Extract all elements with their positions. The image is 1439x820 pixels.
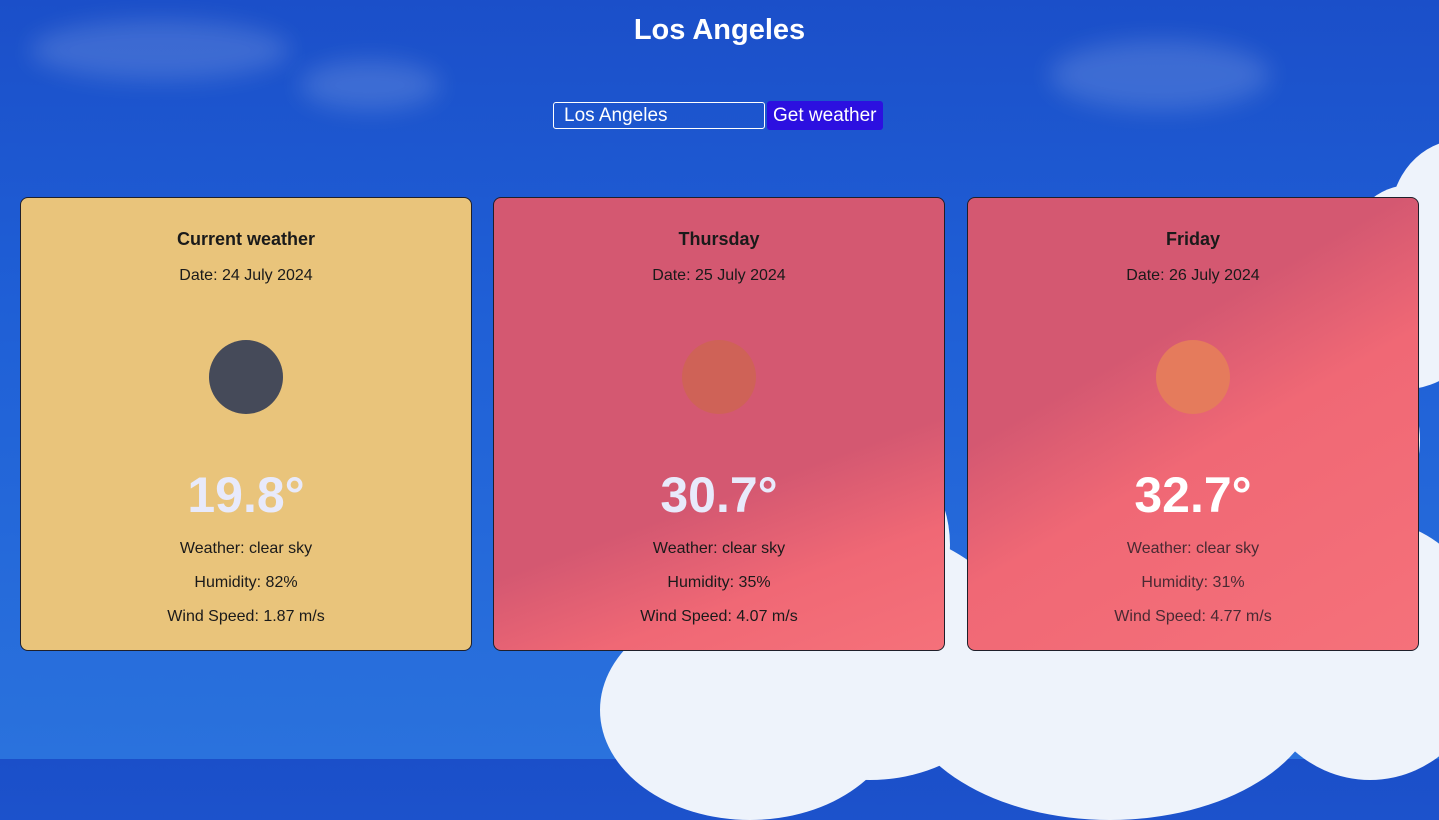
card-weather: Weather: clear sky bbox=[179, 540, 313, 557]
card-heading: Current weather bbox=[176, 229, 316, 249]
card-date: Date: 26 July 2024 bbox=[1126, 267, 1260, 284]
city-title: Los Angeles bbox=[633, 14, 806, 46]
card-humidity: Humidity: 82% bbox=[194, 574, 298, 591]
card-date: Date: 25 July 2024 bbox=[652, 267, 786, 284]
card-humidity: Humidity: 35% bbox=[667, 574, 771, 591]
card-weather: Weather: clear sky bbox=[652, 540, 786, 557]
card-temperature: 32.7° bbox=[1134, 467, 1252, 523]
card-wind-speed: Wind Speed: 4.77 m/s bbox=[1114, 608, 1272, 625]
card-temperature: 30.7° bbox=[660, 467, 778, 523]
card-temperature: 19.8° bbox=[187, 467, 305, 523]
sun-icon bbox=[1156, 340, 1230, 414]
card-wind-speed: Wind Speed: 4.07 m/s bbox=[640, 608, 798, 625]
card-heading: Thursday bbox=[678, 229, 760, 249]
get-weather-button[interactable]: Get weather bbox=[767, 101, 883, 130]
forecast-card-friday: Friday Date: 26 July 2024 32.7° Weather:… bbox=[967, 197, 1419, 651]
city-search-input[interactable] bbox=[553, 102, 765, 129]
sun-icon bbox=[209, 340, 283, 414]
card-weather: Weather: clear sky bbox=[1126, 540, 1260, 557]
current-weather-card: Current weather Date: 24 July 2024 19.8°… bbox=[20, 197, 472, 651]
sun-icon bbox=[682, 340, 756, 414]
card-heading: Friday bbox=[1165, 229, 1221, 249]
forecast-card-thursday: Thursday Date: 25 July 2024 30.7° Weathe… bbox=[493, 197, 945, 651]
card-wind-speed: Wind Speed: 1.87 m/s bbox=[167, 608, 325, 625]
card-date: Date: 24 July 2024 bbox=[179, 267, 313, 284]
search-form: Get weather bbox=[553, 101, 883, 130]
card-humidity: Humidity: 31% bbox=[1141, 574, 1245, 591]
